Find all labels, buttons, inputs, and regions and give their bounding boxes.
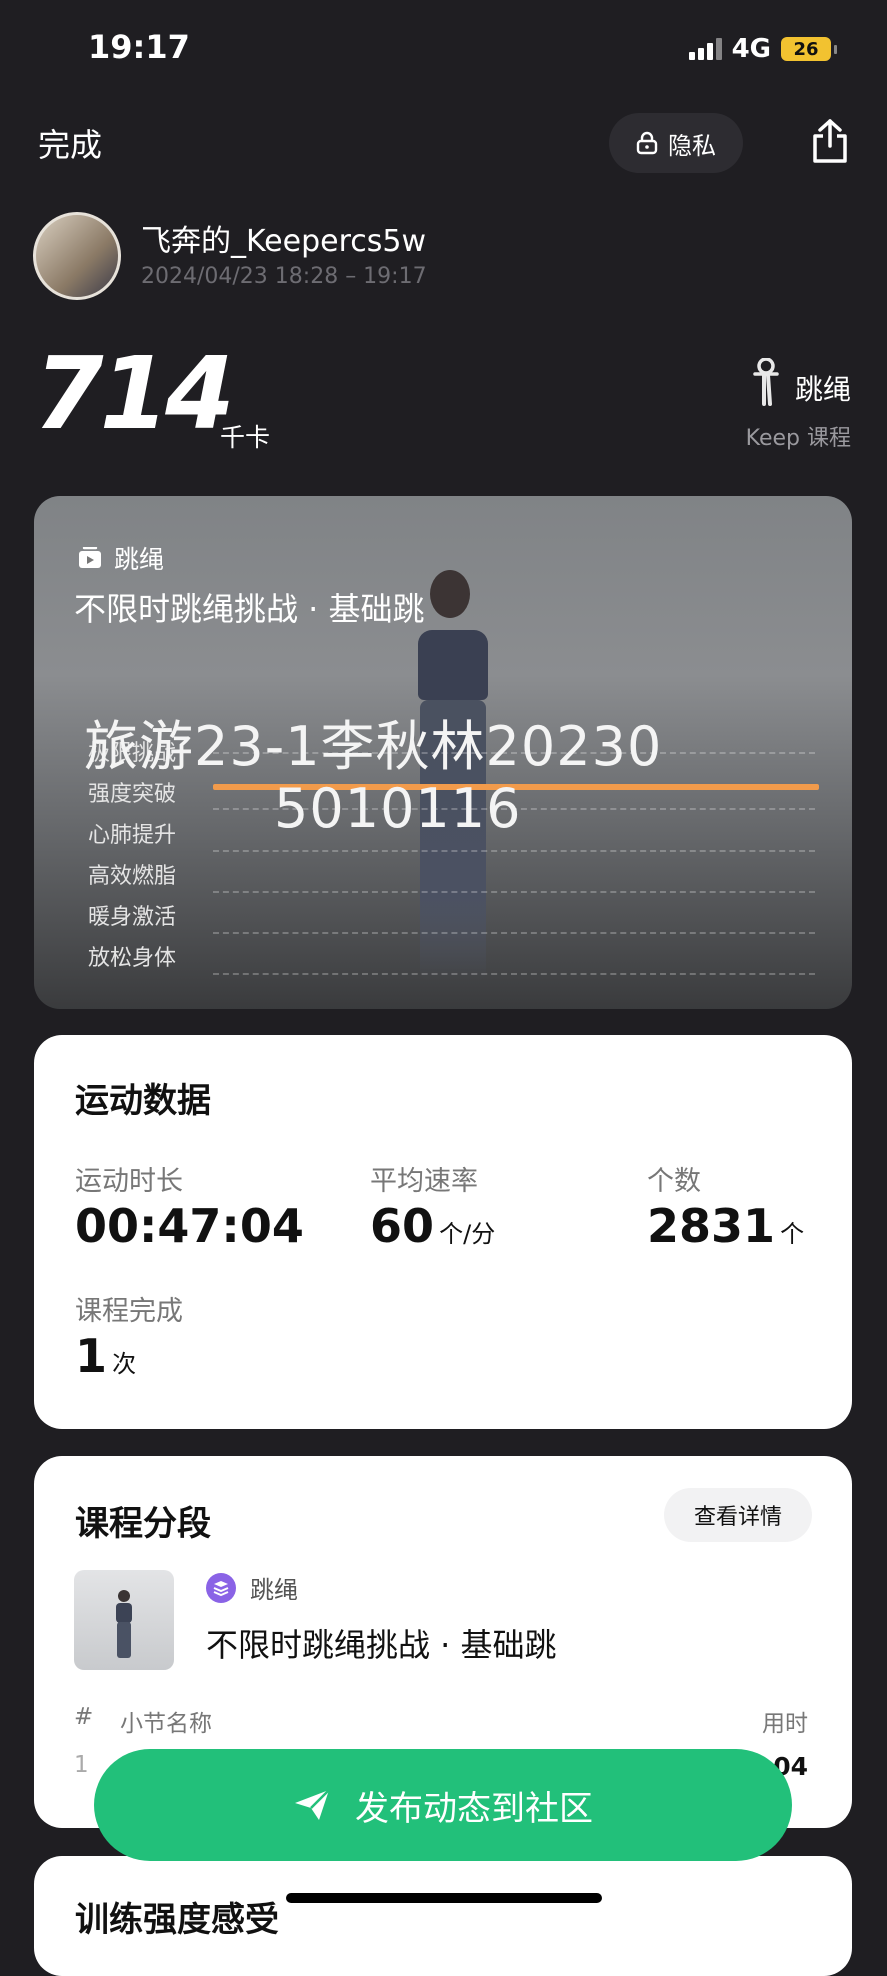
sport-type-label: 跳绳: [794, 373, 851, 406]
publish-to-community-button[interactable]: 发布动态到社区: [94, 1749, 792, 1861]
segment-label: 放松身体: [88, 946, 177, 971]
home-indicator[interactable]: [286, 1893, 602, 1903]
stat-unit-count: 个: [780, 1220, 805, 1248]
network-type: 4G: [731, 34, 771, 64]
hero-type: 跳绳: [78, 540, 164, 576]
stat-count: 2831 个: [647, 1199, 804, 1253]
course-item-type: 跳绳: [206, 1570, 298, 1605]
stat-label-speed: 平均速率: [370, 1166, 478, 1197]
segment-gridline: [213, 850, 815, 852]
done-button[interactable]: 完成: [38, 120, 102, 166]
video-course-icon: [79, 547, 101, 568]
battery-icon: 26: [781, 37, 837, 61]
sport-data-title: 运动数据: [75, 1081, 211, 1121]
avatar[interactable]: [33, 212, 121, 300]
watermark-line-2: 5010116: [274, 777, 522, 840]
watermark-text: 旅游23-1李秋林20230 5010116: [84, 716, 662, 840]
stat-label-count: 个数: [647, 1166, 701, 1197]
segment-gridline: [213, 973, 815, 975]
calorie-value: 714: [34, 335, 235, 452]
stat-value-count: 2831: [647, 1199, 776, 1253]
stat-completion: 1 次: [75, 1329, 136, 1383]
course-segment-title: 课程分段: [75, 1504, 211, 1544]
status-icons: 4G 26: [688, 34, 837, 64]
intensity-title: 训练强度感受: [75, 1900, 279, 1940]
segment-label: 高效燃脂: [88, 864, 177, 889]
course-source-tag: Keep 课程: [745, 426, 851, 451]
privacy-button[interactable]: 隐私: [609, 113, 743, 173]
course-thumbnail[interactable]: [74, 1570, 174, 1670]
stat-duration: 00:47:04: [75, 1199, 304, 1253]
hero-type-label: 跳绳: [114, 545, 165, 574]
segment-label: 暖身激活: [88, 905, 177, 930]
hero-photo-head: [430, 570, 470, 618]
table-header-name: 小节名称: [120, 1711, 212, 1737]
row-index: 1: [74, 1752, 89, 1778]
signal-icon: [688, 38, 722, 60]
jump-rope-icon: [753, 358, 779, 406]
stat-speed: 60 个/分: [370, 1199, 495, 1253]
privacy-label: 隐私: [668, 131, 716, 160]
send-icon: [295, 1789, 330, 1820]
course-item-title: 不限时跳绳挑战 · 基础跳: [206, 1626, 557, 1664]
publish-label: 发布动态到社区: [355, 1788, 593, 1829]
status-time: 19:17: [88, 28, 190, 66]
hero-course-title: 不限时跳绳挑战 · 基础跳: [74, 590, 425, 628]
stat-value-duration: 00:47:04: [75, 1199, 304, 1253]
table-header-index: #: [74, 1704, 94, 1730]
intensity-card: 训练强度感受: [34, 1856, 852, 1976]
stat-unit-speed: 个/分: [439, 1220, 496, 1248]
segment-gridline: [213, 932, 815, 934]
layers-icon: [206, 1572, 236, 1603]
username: 飞奔的_Keepercs5w: [141, 224, 427, 259]
sport-data-card: 运动数据 运动时长 00:47:04 平均速率 60 个/分 个数 2831 个…: [34, 1035, 852, 1429]
workout-time-range: 2024/04/23 18:28 – 19:17: [141, 264, 427, 289]
course-item-type-label: 跳绳: [250, 1576, 298, 1604]
table-header-duration: 用时: [762, 1711, 808, 1737]
watermark-line-1: 旅游23-1李秋林20230: [84, 715, 663, 778]
stat-value-speed: 60: [370, 1199, 435, 1253]
lock-icon: [636, 131, 658, 155]
share-icon[interactable]: [809, 118, 851, 164]
segment-gridline: [213, 891, 815, 893]
hero-photo-torso: [418, 630, 488, 700]
view-details-button[interactable]: 查看详情: [664, 1488, 812, 1542]
calorie-unit: 千卡: [220, 423, 271, 452]
stat-label-duration: 运动时长: [75, 1166, 183, 1197]
stat-label-completion: 课程完成: [75, 1296, 183, 1327]
stat-value-completion: 1: [75, 1329, 108, 1383]
battery-level: 26: [793, 38, 819, 60]
stat-unit-completion: 次: [112, 1350, 137, 1378]
